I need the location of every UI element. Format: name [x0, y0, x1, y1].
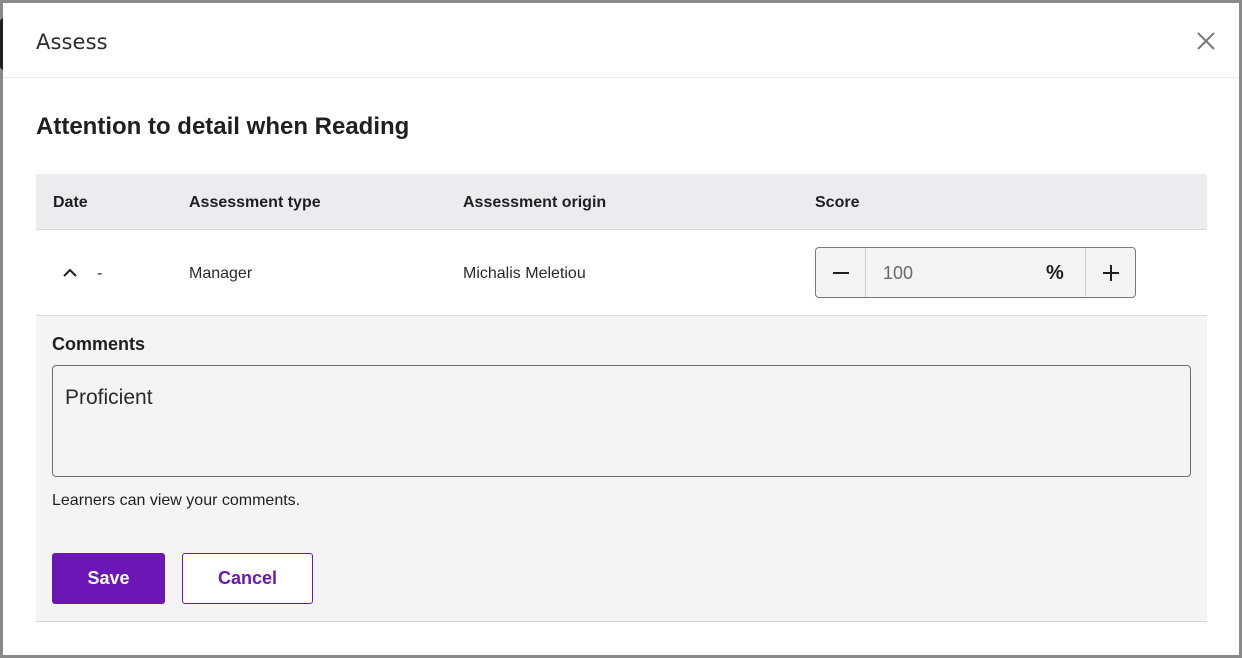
plus-icon	[1102, 264, 1119, 281]
decrement-score-button[interactable]	[816, 248, 866, 297]
score-unit: %	[1046, 262, 1064, 284]
close-icon	[1197, 32, 1215, 50]
close-button[interactable]	[1193, 28, 1219, 54]
row-assessment-type: Manager	[189, 265, 253, 282]
collapse-row-button[interactable]	[62, 266, 78, 278]
table-header: Date Assessment type Assessment origin S…	[36, 174, 1207, 230]
row-assessment-origin: Michalis Meletiou	[463, 265, 586, 282]
column-header-assessment-origin: Assessment origin	[463, 194, 607, 211]
save-button[interactable]: Save	[52, 553, 165, 604]
row-details-panel: Comments Proficient Learners can view yo…	[36, 316, 1207, 622]
column-header-date: Date	[53, 194, 88, 211]
dialog-title: Assess	[36, 30, 108, 54]
score-input[interactable]: 100	[883, 263, 913, 284]
comments-hint: Learners can view your comments.	[52, 492, 301, 509]
table-row: - Manager Michalis Meletiou 100 %	[36, 230, 1207, 316]
column-header-assessment-type: Assessment type	[189, 194, 321, 211]
dialog-header: Assess	[3, 3, 1239, 78]
skill-title: Attention to detail when Reading	[36, 113, 410, 140]
comments-label: Comments	[52, 334, 146, 354]
score-stepper: 100 %	[815, 247, 1136, 298]
cancel-button[interactable]: Cancel	[182, 553, 313, 604]
assess-dialog: Assess Attention to detail when Reading …	[3, 3, 1239, 655]
chevron-up-icon	[63, 268, 77, 277]
increment-score-button[interactable]	[1085, 248, 1135, 297]
column-header-score: Score	[815, 194, 860, 211]
row-date: -	[97, 265, 103, 282]
minus-icon	[832, 271, 849, 274]
comments-textarea[interactable]: Proficient	[52, 365, 1191, 477]
